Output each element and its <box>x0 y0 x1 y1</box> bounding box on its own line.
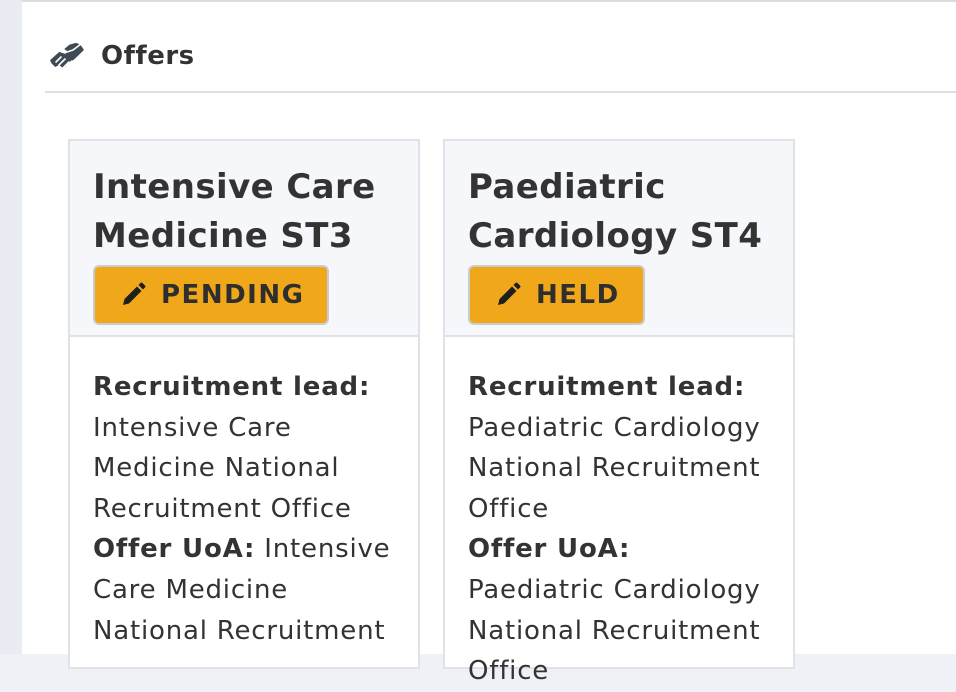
offer-title-line-1: Intensive Care <box>93 167 376 207</box>
offer-card-header: Intensive Care Medicine ST3 PENDING <box>70 141 418 337</box>
offer-uoa-label: Offer UoA: <box>468 534 631 565</box>
offer-title-line-2: Medicine ST3 <box>93 216 353 256</box>
offer-card-body: Recruitment lead: Paediatric Cardiology … <box>445 337 793 692</box>
panel-title: Offers <box>101 41 195 71</box>
recruitment-lead-label: Recruitment lead: <box>468 372 746 402</box>
offer-card-body: Recruitment lead: Intensive Care Medicin… <box>70 337 418 651</box>
handshake-icon <box>48 41 86 70</box>
recruitment-lead-value: Intensive Care Medicine National Recruit… <box>93 412 352 524</box>
offer-status-button[interactable]: PENDING <box>93 265 330 325</box>
offer-card: Intensive Care Medicine ST3 PENDING Recr… <box>68 139 420 669</box>
offer-uoa-row: Offer UoA: Intensive Care Medicine Natio… <box>93 529 396 651</box>
offer-title-line-2: Cardiology ST4 <box>468 216 763 256</box>
offer-title: Intensive Care Medicine ST3 <box>93 163 396 261</box>
left-rail <box>0 0 22 654</box>
offer-uoa-label: Offer UoA: <box>93 534 256 565</box>
offer-uoa-row: Offer UoA: Paediatric Cardiology Nationa… <box>468 529 771 691</box>
offer-title-line-1: Paediatric <box>468 167 666 207</box>
offer-status-button[interactable]: HELD <box>468 265 645 325</box>
offer-card: Paediatric Cardiology ST4 HELD Recruitme… <box>443 139 795 686</box>
pencil-icon <box>123 282 146 305</box>
header-divider <box>45 91 956 93</box>
recruitment-lead-label: Recruitment lead: <box>93 372 371 402</box>
offer-card-header: Paediatric Cardiology ST4 HELD <box>445 141 793 337</box>
offer-status-label: HELD <box>536 280 620 310</box>
pencil-icon <box>498 282 521 305</box>
offers-panel: Offers Intensive Care Medicine ST3 PENDI… <box>22 0 956 686</box>
recruitment-lead-row: Recruitment lead: Paediatric Cardiology … <box>468 367 771 529</box>
offer-uoa-value: Paediatric Cardiology National Recruitme… <box>468 574 761 687</box>
recruitment-lead-value: Paediatric Cardiology National Recruitme… <box>468 412 761 524</box>
recruitment-lead-row: Recruitment lead: Intensive Care Medicin… <box>93 367 396 529</box>
panel-header: Offers <box>45 38 195 74</box>
offer-status-label: PENDING <box>161 280 305 310</box>
offer-title: Paediatric Cardiology ST4 <box>468 163 771 261</box>
